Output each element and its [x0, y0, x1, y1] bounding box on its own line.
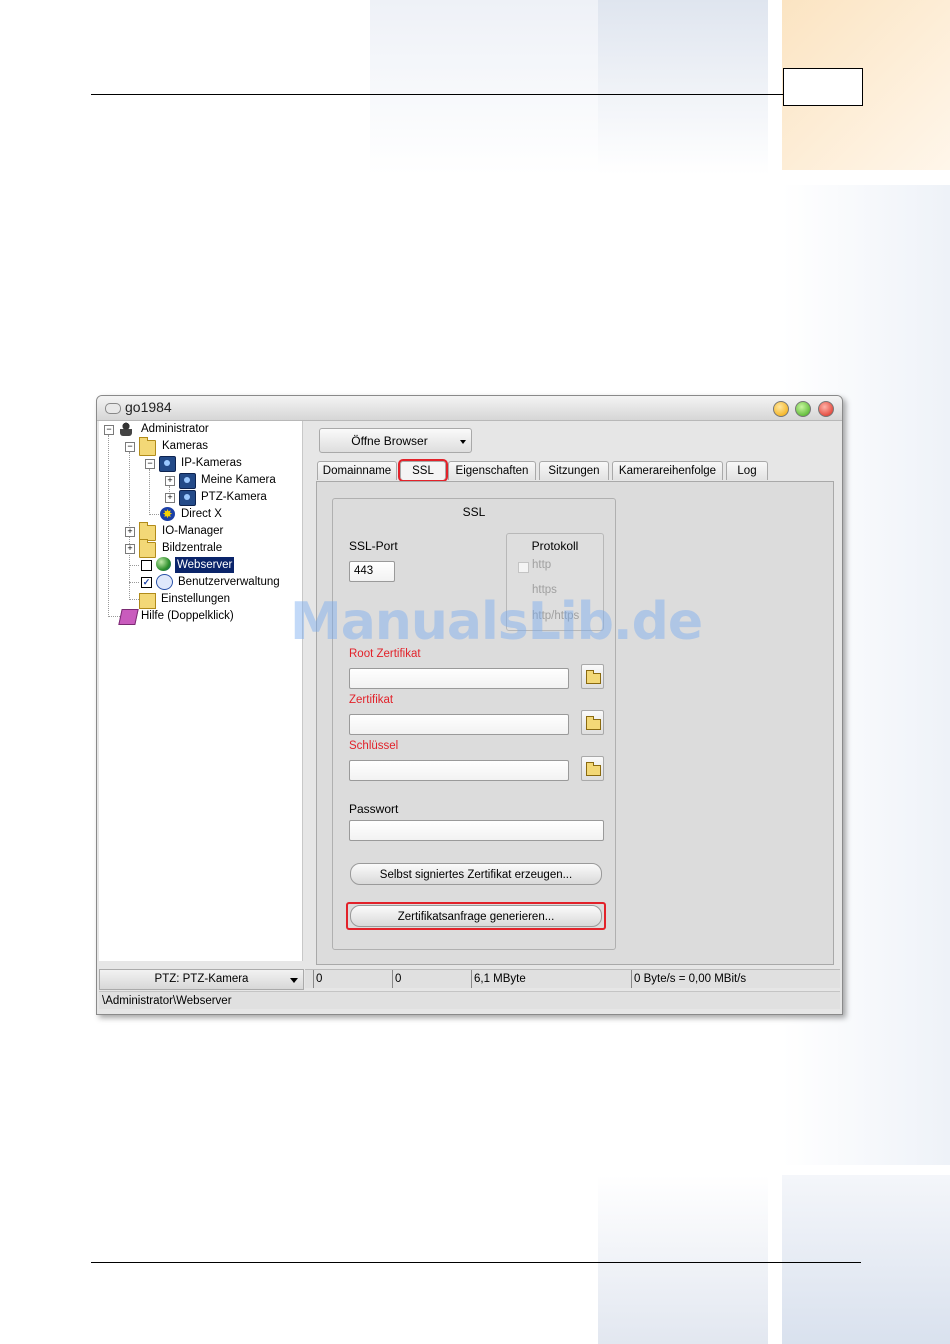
header-rule: [91, 94, 783, 95]
tree-view[interactable]: − Administrator − Kameras − IP-Kameras +…: [99, 421, 303, 961]
protocol-option-http[interactable]: http: [532, 559, 551, 571]
root-cert-browse-button[interactable]: [581, 664, 604, 689]
password-input[interactable]: [349, 820, 604, 841]
tree-connector: [129, 582, 139, 583]
tree-item-kameras[interactable]: Kameras: [162, 438, 208, 454]
tree-connector: [129, 599, 139, 600]
folder-open-icon: [586, 670, 601, 684]
tree-item-hilfe[interactable]: Hilfe (Doppelklick): [141, 608, 234, 624]
globe-icon: [156, 557, 171, 571]
ptz-camera-select-value: PTZ: PTZ-Kamera: [154, 973, 249, 985]
tree-item-ip-kameras[interactable]: IP-Kameras: [181, 455, 242, 471]
footer-rule: [91, 1262, 861, 1263]
expand-toggle[interactable]: +: [165, 493, 175, 503]
tab-sitzungen[interactable]: Sitzungen: [539, 461, 609, 480]
cert-input[interactable]: [349, 714, 569, 735]
tree-item-administrator[interactable]: Administrator: [141, 421, 209, 437]
watermark: ManualsLib.de: [290, 592, 703, 652]
chevron-down-icon: [290, 978, 298, 983]
tree-item-direct-x[interactable]: Direct X: [181, 506, 222, 522]
key-input[interactable]: [349, 760, 569, 781]
webserver-checkbox[interactable]: [141, 560, 152, 571]
settings-folder-icon: [139, 593, 156, 609]
open-browser-label: Öffne Browser: [351, 434, 428, 448]
title-bar[interactable]: go1984: [97, 396, 842, 421]
directx-icon: ✸: [160, 507, 175, 521]
tree-item-ptz-kamera[interactable]: PTZ-Kamera: [201, 489, 267, 505]
tree-item-einstellungen[interactable]: Einstellungen: [161, 591, 230, 607]
benutzerverwaltung-checkbox[interactable]: ✓: [141, 577, 152, 588]
tree-connector: [129, 565, 139, 566]
ip-camera-icon: [159, 456, 176, 472]
self-signed-cert-button[interactable]: Selbst signiertes Zertifikat erzeugen...: [350, 863, 602, 885]
tree-item-benutzerverwaltung[interactable]: Benutzerverwaltung: [178, 574, 280, 590]
tab-ssl[interactable]: SSL: [398, 459, 448, 482]
http-checkbox[interactable]: [518, 562, 529, 573]
cert-label: Zertifikat: [349, 694, 394, 706]
ssl-group-title: SSL: [462, 505, 486, 519]
path-bar: \Administrator\Webserver: [99, 991, 840, 1009]
status-size: 6,1 MByte: [471, 970, 526, 988]
tab-domainname[interactable]: Domainname: [317, 461, 397, 480]
users-icon: [156, 574, 173, 590]
page-decoration: [598, 1175, 768, 1344]
camera-icon: [179, 490, 196, 506]
app-window: go1984 − Administrator − Kameras − IP-Ka…: [96, 395, 843, 1015]
tree-item-bildzentrale[interactable]: Bildzentrale: [162, 540, 222, 556]
ptz-camera-select[interactable]: PTZ: PTZ-Kamera: [99, 969, 304, 990]
folder-icon: [139, 539, 156, 558]
key-browse-button[interactable]: [581, 756, 604, 781]
folder-open-icon: [586, 716, 601, 730]
root-cert-input[interactable]: [349, 668, 569, 689]
tab-log[interactable]: Log: [726, 461, 768, 480]
tree-connector: [108, 435, 109, 617]
camera-icon: [179, 473, 196, 489]
tree-connector: [149, 469, 150, 515]
page-number-box: [783, 68, 863, 106]
expand-toggle[interactable]: +: [125, 527, 135, 537]
status-bar: 0 0 6,1 MByte 0 Byte/s = 0,00 MBit/s: [305, 969, 840, 988]
ssl-port-input[interactable]: 443: [349, 561, 395, 582]
open-browser-button[interactable]: Öffne Browser: [319, 428, 472, 453]
help-book-icon: [118, 609, 139, 625]
folder-open-icon: [586, 762, 601, 776]
expand-toggle[interactable]: +: [125, 544, 135, 554]
minimize-button[interactable]: [773, 401, 789, 417]
tree-item-webserver[interactable]: Webserver: [175, 557, 235, 573]
page-decoration: [782, 1175, 950, 1344]
status-rate: 0 Byte/s = 0,00 MBit/s: [631, 970, 746, 988]
cert-browse-button[interactable]: [581, 710, 604, 735]
expand-toggle[interactable]: +: [165, 476, 175, 486]
cert-request-button[interactable]: Zertifikatsanfrage generieren...: [350, 905, 602, 927]
status-field-1: 0: [313, 970, 322, 988]
collapse-toggle[interactable]: −: [145, 459, 155, 469]
ssl-port-label: SSL-Port: [349, 539, 398, 553]
protocol-title: Protokoll: [531, 539, 579, 553]
window-menu-icon[interactable]: [105, 403, 121, 414]
status-field-2: 0: [392, 970, 401, 988]
tree-item-meine-kamera[interactable]: Meine Kamera: [201, 472, 276, 488]
maximize-button[interactable]: [795, 401, 811, 417]
collapse-toggle[interactable]: −: [125, 442, 135, 452]
folder-icon: [139, 437, 156, 456]
key-label: Schlüssel: [349, 740, 399, 752]
page-decoration: [598, 0, 768, 175]
page-decoration: [370, 0, 600, 175]
tab-eigenschaften[interactable]: Eigenschaften: [448, 461, 536, 480]
dropdown-arrow-icon: [460, 440, 466, 444]
tree-item-io-manager[interactable]: IO-Manager: [162, 523, 223, 539]
window-title: go1984: [125, 399, 172, 415]
close-button[interactable]: [818, 401, 834, 417]
password-label: Passwort: [349, 802, 399, 816]
administrator-icon: [120, 422, 132, 436]
tab-kamerareihenfolge[interactable]: Kamerareihenfolge: [612, 461, 723, 480]
tree-connector: [108, 616, 120, 617]
collapse-toggle[interactable]: −: [104, 425, 114, 435]
